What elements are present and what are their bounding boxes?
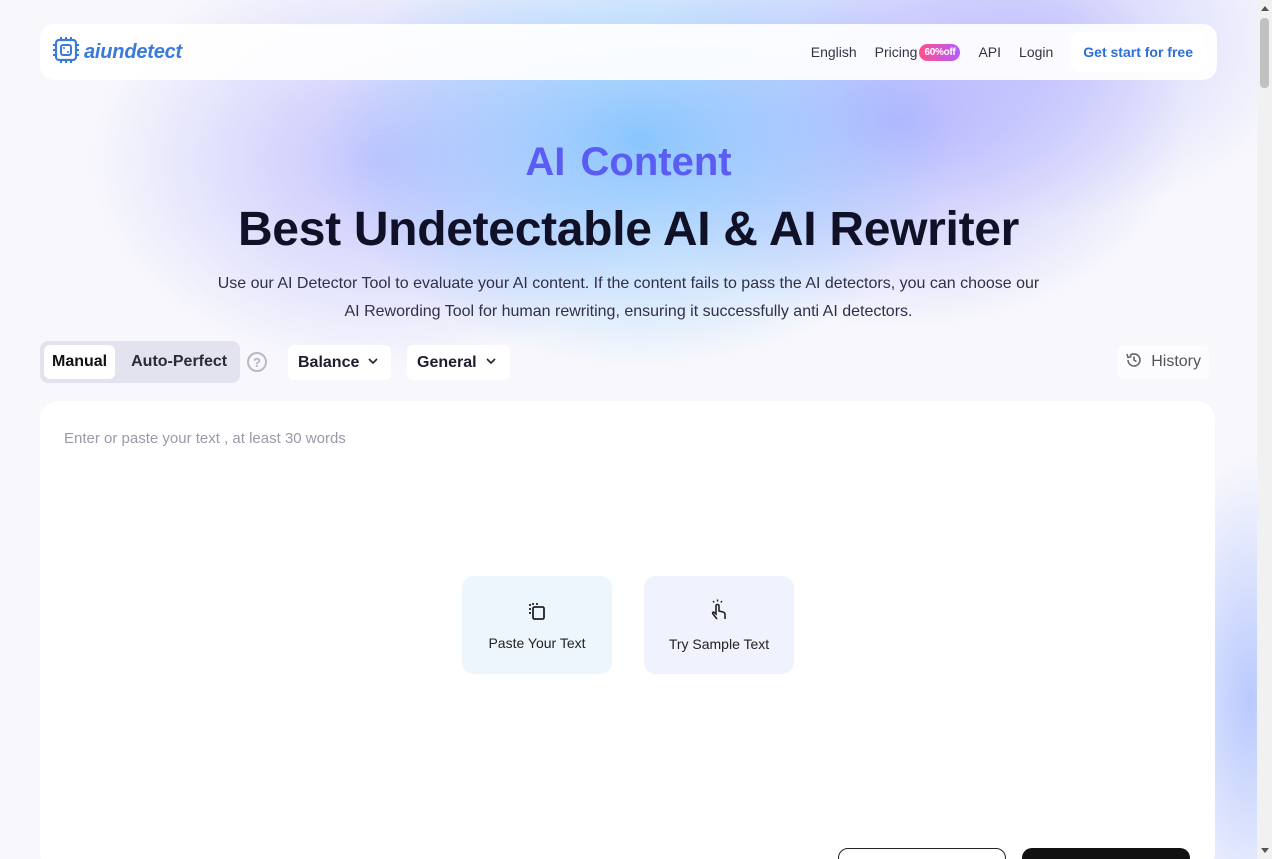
hero-description: Use our AI Detector Tool to evaluate you… (0, 270, 1257, 326)
try-sample-label: Try Sample Text (668, 635, 770, 652)
hero-description-line: Use our AI Detector Tool to evaluate you… (217, 275, 1040, 292)
purpose-select-value: General (417, 353, 477, 371)
scrollbar-thumb[interactable] (1260, 18, 1269, 88)
language-selector[interactable]: English (811, 44, 857, 60)
chevron-down-icon (485, 354, 497, 372)
tap-icon (708, 599, 730, 626)
try-sample-button[interactable]: Try Sample Text (644, 576, 794, 674)
strength-select-value: Balance (298, 353, 360, 371)
logo-text: aiundetect (84, 40, 183, 63)
page-title: Best Undetectable AI & AI Rewriter (237, 203, 1020, 256)
rotating-word: AI (525, 140, 566, 184)
scroll-up-arrow-icon[interactable] (1261, 6, 1269, 11)
text-editor[interactable]: Enter or paste your text , at least 30 w… (40, 401, 1215, 859)
hero-rotating-text: AI Content (0, 140, 1257, 185)
primary-action-button[interactable] (1022, 848, 1190, 859)
chevron-down-icon (367, 354, 379, 372)
scroll-down-arrow-icon[interactable] (1261, 848, 1269, 853)
pricing-label: Pricing (874, 44, 918, 60)
paste-text-label: Paste Your Text (488, 634, 586, 651)
pricing-link[interactable]: Pricing 60%off (874, 43, 961, 61)
rotating-word: Content (580, 140, 732, 184)
help-icon[interactable]: ? (247, 352, 267, 372)
discount-badge: 60%off (919, 43, 961, 61)
history-icon (1125, 351, 1143, 374)
mode-toggle: Manual Auto-Perfect (40, 341, 240, 383)
paste-text-button[interactable]: Paste Your Text (462, 576, 612, 674)
logo[interactable]: aiundetect (52, 36, 182, 69)
purpose-select[interactable]: General (407, 345, 510, 380)
page-scrollbar[interactable] (1257, 0, 1272, 859)
nav-links: English Pricing 60%off API Login Get sta… (793, 32, 1205, 72)
history-button[interactable]: History (1117, 345, 1209, 379)
secondary-action-button[interactable] (838, 848, 1006, 859)
paste-icon (526, 600, 548, 625)
editor-placeholder: Enter or paste your text , at least 30 w… (64, 430, 346, 447)
editor-controls: Manual Auto-Perfect ? Balance General Hi… (40, 341, 1217, 383)
logo-icon (52, 36, 80, 69)
top-nav: aiundetect English Pricing 60%off API Lo… (40, 24, 1217, 80)
get-started-button[interactable]: Get start for free (1071, 32, 1205, 72)
hero-description-line: AI Rewording Tool for human rewriting, e… (344, 303, 913, 320)
mode-manual-button[interactable]: Manual (44, 345, 116, 379)
login-link[interactable]: Login (1019, 44, 1053, 60)
history-label: History (1151, 353, 1201, 370)
api-link[interactable]: API (978, 44, 1001, 60)
strength-select[interactable]: Balance (288, 345, 391, 380)
mode-auto-perfect-button[interactable]: Auto-Perfect (123, 345, 235, 379)
